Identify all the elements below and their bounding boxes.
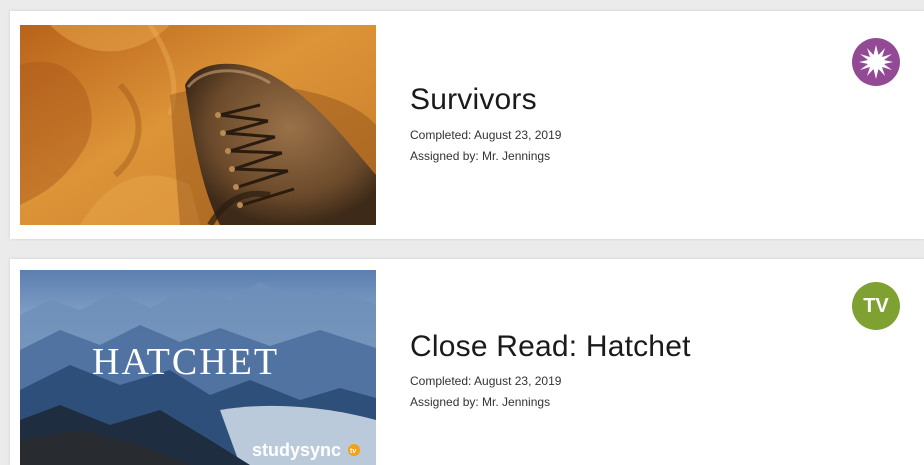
assignment-meta: Completed: August 23, 2019 Assigned by: …: [410, 125, 561, 167]
assignment-meta: Completed: August 23, 2019 Assigned by: …: [410, 371, 561, 413]
assigned-by: Assigned by: Mr. Jennings: [410, 395, 551, 409]
completed-date: Completed: August 23, 2019: [410, 374, 562, 388]
assignment-title[interactable]: Close Read: Hatchet: [410, 330, 691, 364]
mountains-image: HATCHET studysync tv: [20, 270, 376, 465]
assigned-by: Assigned by: Mr. Jennings: [410, 149, 551, 163]
assignment-thumbnail[interactable]: [20, 25, 376, 225]
studysync-brand: studysync: [252, 440, 341, 460]
boot-in-sand-image: [20, 25, 376, 225]
completed-date: Completed: August 23, 2019: [410, 128, 562, 142]
starburst-icon: [852, 38, 900, 86]
assignment-card[interactable]: Survivors Completed: August 23, 2019 Ass…: [10, 11, 924, 239]
tv-badge: TV: [852, 282, 900, 330]
assignment-title[interactable]: Survivors: [410, 83, 537, 117]
studysync-brand-suffix: tv: [350, 448, 356, 455]
assignment-card[interactable]: HATCHET studysync tv Close Read: Hatchet…: [10, 259, 924, 465]
thumbnail-title: HATCHET: [92, 341, 279, 383]
assignment-thumbnail[interactable]: HATCHET studysync tv: [20, 270, 376, 465]
